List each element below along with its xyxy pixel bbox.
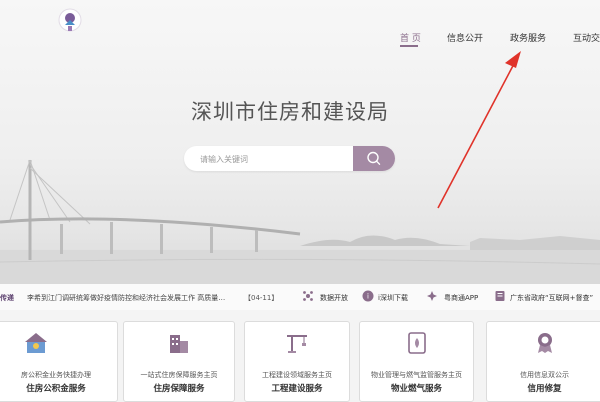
supervision-icon [495, 291, 505, 301]
card-credit-repair[interactable]: 信用信息双公示 信用修复 [486, 321, 600, 402]
link-i-shenzhen[interactable]: i深圳下载 [378, 293, 408, 303]
building-icon [170, 335, 188, 353]
nav-info-open[interactable]: 信息公开 [447, 31, 483, 44]
card-title: 住房保障服务 [153, 384, 205, 394]
credit-badge-icon [538, 333, 552, 353]
bridge-skyline-illustration [0, 159, 600, 284]
card-construction[interactable]: 工程建设领域服务主页 工程建设服务 [244, 321, 350, 402]
card-title: 物业燃气服务 [390, 384, 442, 394]
ticker-date: 【04-11】 [244, 294, 279, 302]
ticker-label: 传递 [0, 294, 14, 302]
card-housing-fund[interactable]: 房公积金业务快捷办理 住房公积金服务 [0, 321, 118, 402]
link-data-open[interactable]: 数据开放 [320, 293, 348, 303]
nav-active-underline [400, 45, 418, 47]
ticker-headline[interactable]: 李希到江门调研统筹做好疫情防控和经济社会发展工作 高质量… [27, 293, 235, 303]
house-fund-icon [25, 333, 47, 353]
svg-text:i: i [367, 293, 369, 301]
card-sub: 房公积金业务快捷办理 [21, 371, 91, 379]
card-sub: 信用信息双公示 [520, 371, 569, 379]
card-sub: 一站式住房保障服务主页 [140, 371, 218, 379]
card-housing-security[interactable]: 一站式住房保障服务主页 住房保障服务 [123, 321, 235, 402]
nav-home[interactable]: 首 页 [400, 31, 421, 44]
data-open-icon [303, 291, 313, 301]
card-title: 住房公积金服务 [26, 384, 86, 394]
i-shenzhen-icon: i [362, 290, 374, 302]
hero-banner: 首 页 信息公开 政务服务 互动交流 深圳市住房和建设局 [0, 0, 600, 284]
news-ticker: 传递 李希到江门调研统筹做好疫情防控和经济社会发展工作 高质量… 【04-11】… [0, 284, 600, 311]
card-property-gas[interactable]: 物业管理与燃气监管服务主页 物业燃气服务 [359, 321, 474, 402]
nav-interaction[interactable]: 互动交流 [573, 31, 600, 44]
page-title: 深圳市住房和建设局 [191, 100, 389, 124]
card-sub: 物业管理与燃气监管服务主页 [371, 371, 462, 379]
link-yueshangtong[interactable]: 粤商通APP [444, 293, 478, 303]
gas-icon [408, 332, 426, 354]
crane-icon [287, 335, 307, 353]
link-supervision[interactable]: 广东省政府“互联网+督查” [510, 293, 600, 303]
yueshangtong-icon [427, 291, 437, 301]
nav-gov-services[interactable]: 政务服务 [510, 31, 546, 44]
main-nav: 首 页 信息公开 政务服务 互动交流 [0, 31, 600, 47]
service-cards: 房公积金业务快捷办理 住房公积金服务 一站式住房保障服务主页 住房保障服务 工程… [0, 310, 600, 402]
card-title: 信用修复 [527, 384, 562, 394]
card-title: 工程建设服务 [271, 384, 323, 394]
card-sub: 工程建设领域服务主页 [262, 371, 332, 379]
